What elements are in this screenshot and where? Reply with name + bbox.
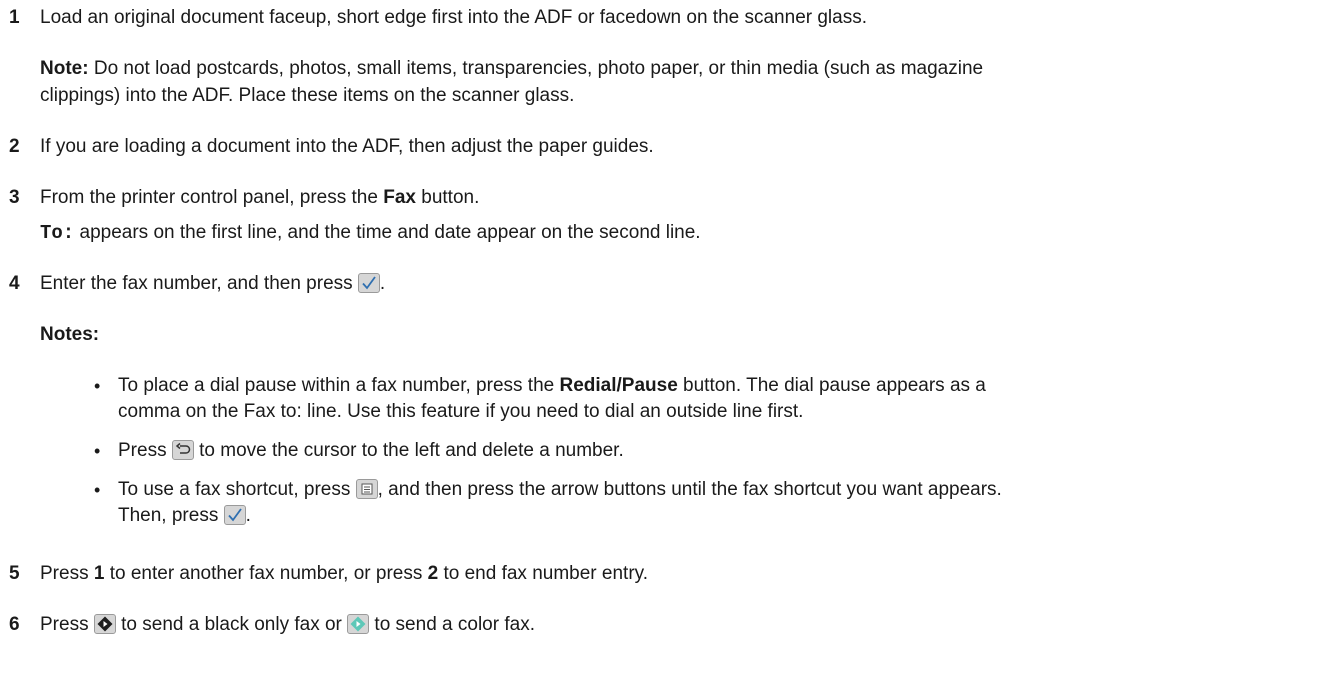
check-button-icon [223, 505, 246, 525]
bullet-marker: • [94, 480, 101, 500]
bullet-3-line-1: To use a fax shortcut, press , and then … [118, 478, 1002, 502]
redial-pause-label: Redial/Pause [559, 375, 678, 396]
bullet-3-text-c: Then, press [118, 505, 224, 526]
step-5-text: Press 1 to enter another fax number, or … [40, 562, 648, 586]
step-5-number: 5 [9, 563, 20, 584]
step-2-number: 2 [9, 136, 20, 157]
bullet-3-text-b: , and then press the arrow buttons until… [377, 479, 1002, 500]
step-5-text-b: to enter another fax number, or press [104, 563, 428, 584]
step-1-text: Load an original document faceup, short … [40, 7, 868, 28]
bullet-3-line-2: Then, press . [118, 504, 251, 528]
bullet-3-text-a: To use a fax shortcut, press [118, 479, 356, 500]
display-line-text: To: appears on the first line, and the t… [40, 221, 701, 245]
step-3-text-a: From the printer control panel, press th… [40, 187, 384, 208]
bullet-3-text-d: . [245, 505, 251, 526]
step-5-text-a: Press [40, 563, 94, 584]
back-button-icon [171, 440, 194, 460]
bullet-1-line-2: comma on the Fax to: line. Use this feat… [118, 401, 804, 422]
step-3-text: From the printer control panel, press th… [40, 186, 479, 210]
fax-button-label: Fax [383, 187, 416, 208]
step-5-text-c: to end fax number entry. [438, 563, 649, 584]
bullet-2-text-a: Press [118, 440, 172, 461]
bullet-1-line-1: To place a dial pause within a fax numbe… [118, 374, 986, 398]
start-black-button-icon [93, 614, 116, 634]
check-button-icon [357, 273, 380, 293]
step-6-text-a: Press [40, 614, 94, 635]
bullet-marker: • [94, 376, 101, 396]
step-6-text: Press to send a black only fax or to sen… [40, 613, 535, 637]
step-6-number: 6 [9, 614, 20, 635]
note-text-1: Do not load postcards, photos, small ite… [88, 58, 984, 79]
note-label: Note: [40, 58, 89, 79]
step-2-text: If you are loading a document into the A… [40, 136, 654, 157]
bullet-2-text: Press to move the cursor to the left and… [118, 439, 624, 463]
key-1-label: 1 [93, 563, 105, 584]
start-color-button-icon [347, 614, 370, 634]
bullet-marker: • [94, 441, 101, 461]
step-1-number: 1 [9, 7, 20, 28]
step-4-text-a: Enter the fax number, and then press [40, 273, 358, 294]
note-line-1: Note: Do not load postcards, photos, sma… [40, 57, 983, 81]
bullet-1-text-b: button. The dial pause appears as a [677, 375, 986, 396]
address-book-button-icon [355, 479, 378, 499]
display-line-desc: appears on the first line, and the time … [74, 222, 701, 243]
step-4-text: Enter the fax number, and then press . [40, 272, 385, 296]
step-3-number: 3 [9, 187, 20, 208]
display-code: To: [40, 222, 75, 244]
bullet-2-text-b: to move the cursor to the left and delet… [193, 440, 624, 461]
key-2-label: 2 [427, 563, 439, 584]
step-3-text-b: button. [415, 187, 480, 208]
note-line-2: clippings) into the ADF. Place these ite… [40, 85, 575, 106]
step-4-text-b: . [379, 273, 386, 294]
bullet-1-text-a: To place a dial pause within a fax numbe… [118, 375, 560, 396]
step-6-text-c: to send a color fax. [369, 614, 535, 635]
step-6-text-b: to send a black only fax or [115, 614, 348, 635]
notes-heading: Notes: [40, 324, 100, 345]
step-4-number: 4 [9, 273, 20, 294]
